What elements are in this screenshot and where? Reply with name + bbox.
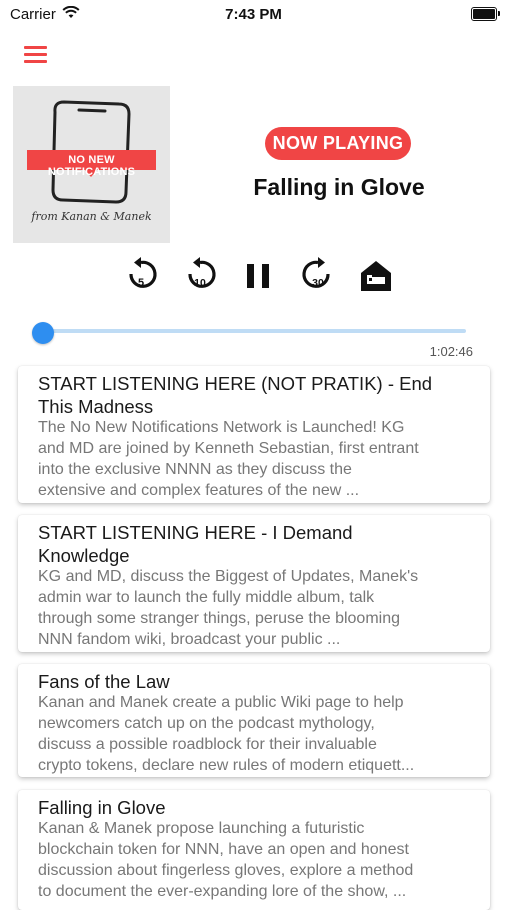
rewind-10-button[interactable]: 10: [182, 254, 218, 296]
forward-30-button[interactable]: 30: [300, 254, 336, 296]
svg-text:30: 30: [312, 277, 324, 289]
episode-title: START LISTENING HERE - I Demand Knowledg…: [38, 522, 353, 566]
sleep-timer-icon: [361, 261, 391, 291]
episode-title: START LISTENING HERE (NOT PRATIK) - End …: [38, 373, 433, 417]
svg-text:5: 5: [138, 277, 144, 289]
episode-card[interactable]: Fans of the Law Kanan and Manek create a…: [18, 664, 490, 777]
episode-card[interactable]: START LISTENING HERE - I Demand Knowledg…: [18, 515, 490, 652]
hamburger-line: [24, 53, 47, 56]
podcast-artwork: NO NEW NOTIFICATIONS from Kanan & Manek: [13, 86, 170, 243]
sleep-timer-button[interactable]: [358, 254, 394, 296]
rewind-5-button[interactable]: 5: [123, 254, 159, 296]
duration-label: 1:02:46: [429, 344, 473, 359]
rewind-10-icon: 10: [188, 257, 216, 289]
pause-button[interactable]: [241, 254, 277, 296]
pause-icon: [247, 264, 269, 288]
episode-description: KG and MD, discuss the Biggest of Update…: [38, 568, 419, 648]
now-playing-badge: NOW PLAYING: [265, 127, 411, 160]
menu-button[interactable]: [24, 46, 47, 66]
forward-30-icon: 30: [302, 257, 330, 289]
progress-slider[interactable]: [32, 322, 466, 344]
episode-title: Falling in Glove: [38, 797, 166, 818]
hamburger-line: [24, 60, 47, 63]
status-bar: Carrier 7:43 PM: [0, 0, 507, 30]
hamburger-line: [24, 46, 47, 49]
episode-card[interactable]: Falling in Glove Kanan & Manek propose l…: [18, 790, 490, 910]
episode-title: Fans of the Law: [38, 671, 170, 692]
rewind-5-icon: 5: [129, 257, 157, 289]
status-time: 7:43 PM: [225, 6, 282, 23]
svg-text:10: 10: [194, 277, 206, 289]
episode-card[interactable]: START LISTENING HERE (NOT PRATIK) - End …: [18, 366, 490, 503]
slider-track: [42, 329, 466, 333]
track-title: Falling in Glove: [253, 174, 425, 200]
episode-description: The No New Notifications Network is Laun…: [38, 419, 419, 499]
artwork-caption: from Kanan & Manek: [31, 210, 152, 223]
artwork-title: NO NEW NOTIFICATIONS: [47, 154, 136, 178]
episode-description: Kanan & Manek propose launching a futuri…: [38, 820, 414, 900]
slider-thumb[interactable]: [32, 322, 54, 344]
battery-icon: [471, 7, 500, 21]
episode-description: Kanan and Manek create a public Wiki pag…: [38, 694, 415, 774]
